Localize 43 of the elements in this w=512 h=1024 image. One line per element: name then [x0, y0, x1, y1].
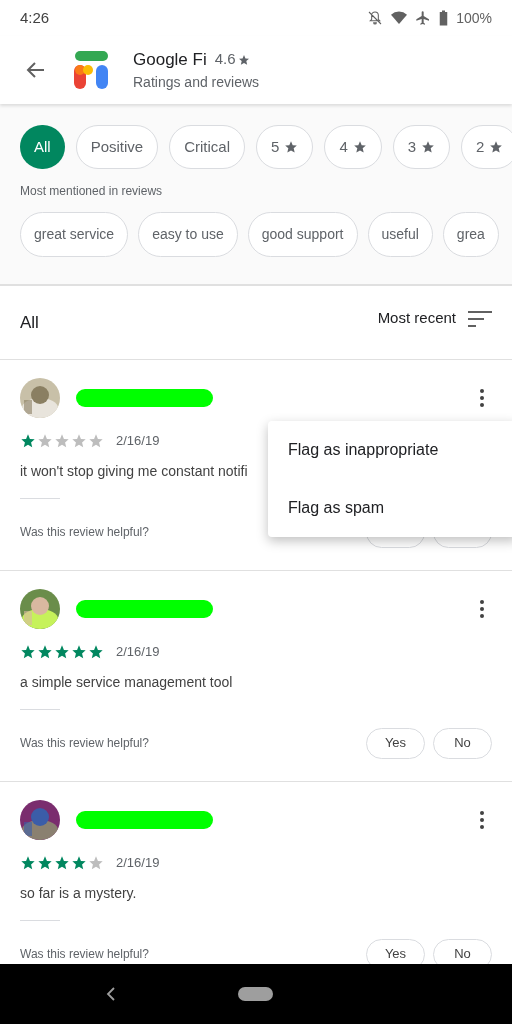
more-options-icon[interactable] [480, 600, 484, 618]
filter-chip[interactable]: 4 [324, 125, 382, 169]
filter-chip[interactable]: All [20, 125, 65, 169]
review-date: 2/16/19 [116, 432, 160, 450]
review-date: 2/16/19 [116, 854, 160, 872]
battery-icon [439, 10, 449, 26]
filter-chip[interactable]: 3 [392, 125, 451, 169]
topic-chip[interactable]: good support [247, 212, 358, 257]
helpful-question: Was this review helpful? [20, 946, 149, 963]
review-text: it won't stop giving me constant notifi [20, 461, 249, 481]
muted-bell-icon [367, 10, 384, 26]
home-handle[interactable] [238, 987, 273, 1001]
app-rating: 4.6 [214, 49, 236, 70]
more-options-icon[interactable] [480, 389, 484, 407]
wifi-icon [391, 10, 408, 26]
topic-chip[interactable]: useful [367, 212, 433, 257]
menu-item[interactable]: Flag as spam [268, 479, 512, 537]
list-title: All [20, 311, 39, 334]
app-logo [74, 51, 110, 89]
review-text: a simple service management tool [20, 672, 234, 692]
star-icon [237, 53, 250, 66]
airplane-icon [415, 10, 432, 26]
filter-chip[interactable]: 2 [461, 125, 512, 169]
sort-icon [468, 309, 492, 328]
topic-chip[interactable]: great service [20, 212, 129, 257]
filter-chip[interactable]: Positive [75, 125, 159, 169]
page-subtitle: Ratings and reviews [133, 73, 260, 93]
menu-item[interactable]: Flag as inappropriate [268, 421, 512, 479]
topic-chip[interactable]: easy to use [138, 212, 238, 257]
helpful-question: Was this review helpful? [20, 735, 149, 752]
more-options-icon[interactable] [480, 811, 484, 829]
topic-chip[interactable]: grea [442, 212, 499, 257]
battery-percent: 100% [456, 8, 492, 28]
filter-chip[interactable]: Critical [169, 125, 246, 169]
sort-button[interactable]: Most recent [377, 307, 492, 330]
filter-chip[interactable]: 5 [256, 125, 314, 169]
review-date: 2/16/19 [116, 643, 160, 661]
section-heading: Most mentioned in reviews [19, 183, 164, 200]
back-icon[interactable] [106, 987, 116, 1001]
helpful-question: Was this review helpful? [20, 524, 149, 541]
app-name: Google Fi [133, 48, 207, 71]
review-text: so far is a mystery. [20, 883, 138, 903]
status-time: 4:26 [20, 7, 50, 28]
